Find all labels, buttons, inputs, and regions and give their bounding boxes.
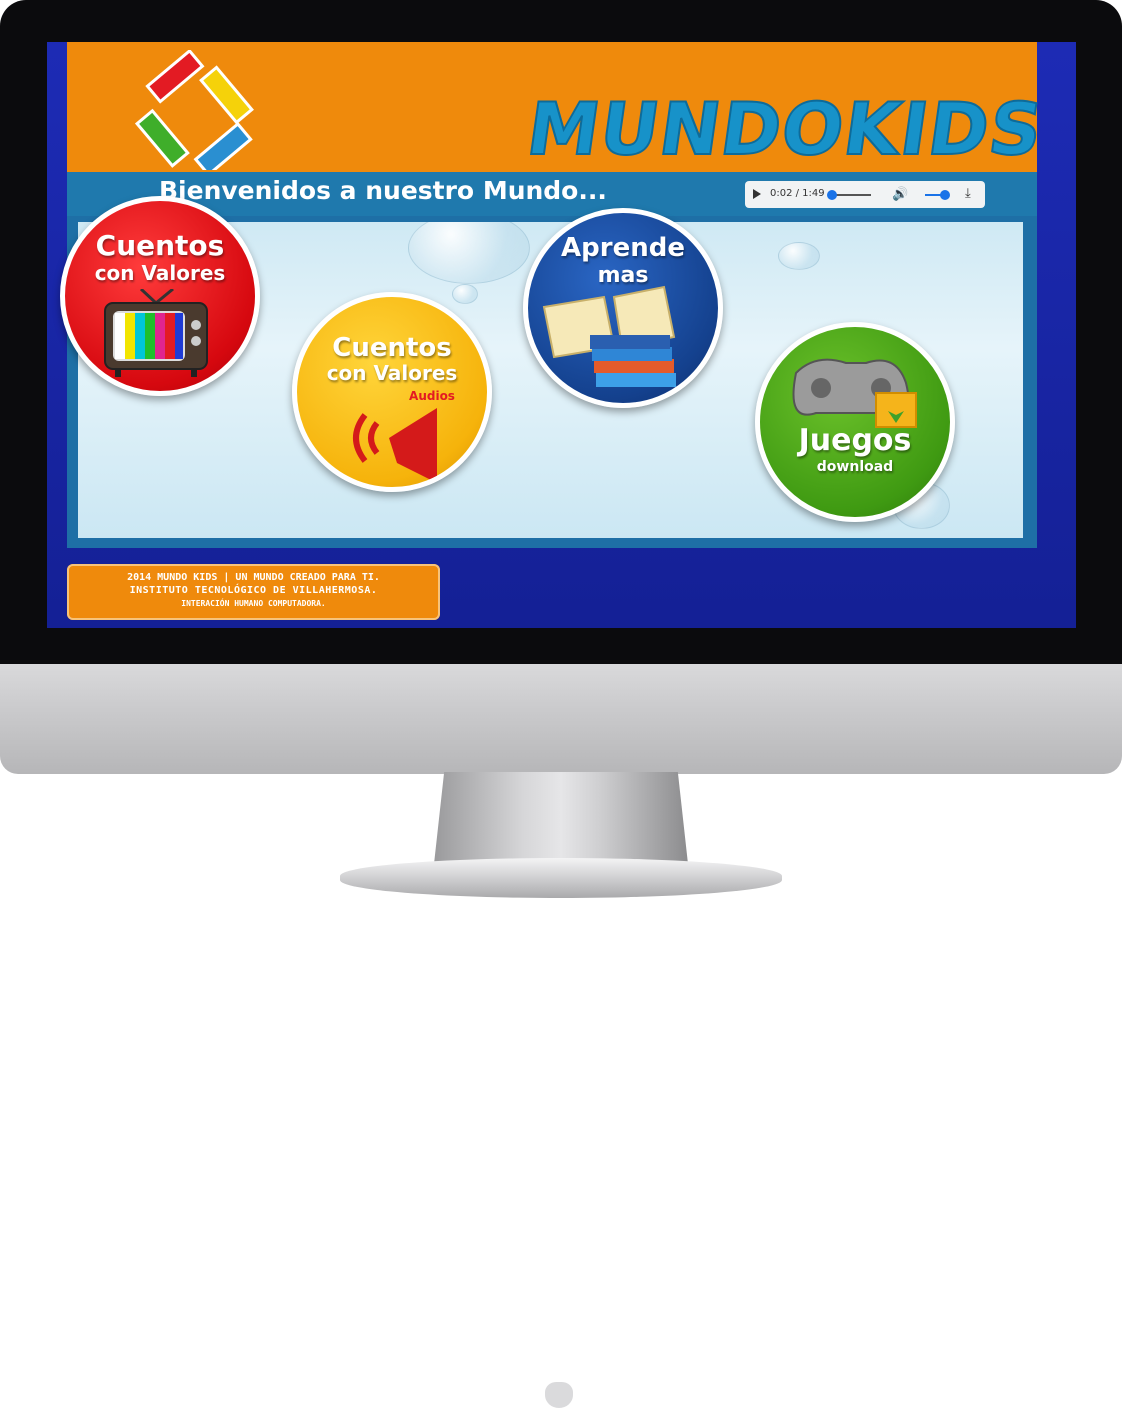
- volume-icon[interactable]: 🔊: [892, 187, 908, 202]
- aprende-mas-button[interactable]: Aprende mas: [523, 208, 723, 408]
- tv-icon: [104, 289, 208, 377]
- monitor-base: [340, 858, 782, 898]
- volume-knob[interactable]: [940, 190, 950, 200]
- audio-progress-track[interactable]: [831, 194, 871, 196]
- juegos-download-button[interactable]: Juegos download: [755, 322, 955, 522]
- monitor-chin: [0, 664, 1122, 1408]
- water-drop: [778, 242, 820, 270]
- water-drop: [408, 222, 530, 284]
- play-icon[interactable]: [753, 189, 761, 199]
- footer-badge: 2014 MUNDO KIDS | UN MUNDO CREADO PARA T…: [67, 564, 440, 620]
- speaker-icon: [353, 408, 437, 483]
- download-icon[interactable]: ⤓: [965, 186, 971, 201]
- footer-line3: INTERACIÓN HUMANO COMPUTADORA.: [181, 599, 326, 608]
- gamepad-icon: [792, 358, 917, 428]
- books-icon: [542, 285, 676, 387]
- welcome-text: Bienvenidos a nuestro Mundo...: [159, 176, 607, 205]
- card-title: Juegos: [798, 423, 912, 458]
- footer-line1: 2014 MUNDO KIDS | UN MUNDO CREADO PARA T…: [127, 572, 380, 583]
- audio-player[interactable]: 0:02 / 1:49 🔊 ⤓: [745, 181, 985, 208]
- header: MUNDOKIDS: [67, 42, 1050, 172]
- welcome-bar: Bienvenidos a nuestro Mundo... 0:02 / 1:…: [67, 172, 1037, 216]
- monitor-stand: [434, 772, 688, 864]
- logo-icon: [134, 50, 254, 170]
- card-title: Aprende: [561, 233, 685, 263]
- footer-line2: INSTITUTO TECNOLÓGICO DE VILLAHERMOSA.: [129, 585, 378, 596]
- water-drop: [452, 284, 478, 304]
- card-subtitle: con Valores: [94, 261, 226, 285]
- card-subtitle: download: [816, 459, 894, 475]
- brand-title: MUNDOKIDS: [522, 86, 1050, 172]
- cuentos-valores-button[interactable]: Cuentos con Valores: [60, 196, 260, 396]
- audio-progress-knob[interactable]: [827, 190, 837, 200]
- apple-logo-icon: [545, 1382, 573, 1408]
- card-subtitle: con Valores: [326, 361, 458, 385]
- audio-time: 0:02 / 1:49: [770, 188, 825, 199]
- card-title: Cuentos: [332, 333, 452, 363]
- cuentos-audios-button[interactable]: Cuentos con Valores Audios: [292, 292, 492, 492]
- card-title: Cuentos: [95, 229, 225, 262]
